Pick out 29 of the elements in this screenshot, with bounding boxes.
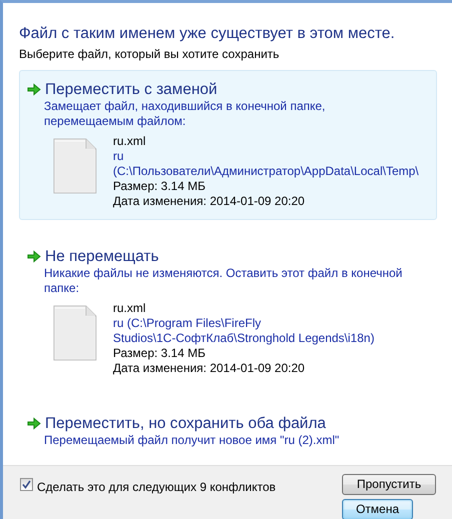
option-description: Перемещаемый файл получит новое имя "ru (2).xml"	[43, 433, 340, 448]
checkbox[interactable]	[20, 478, 33, 491]
checkbox-label: Сделать это для следующих 9 конфликтов	[37, 479, 276, 496]
dialog-button[interactable]: Пропустить	[342, 474, 436, 495]
file-date: Дата изменения: 2014-01-09 20:20	[113, 361, 306, 376]
file-location: ru	[113, 149, 125, 164]
file-size: Размер: 3.14 МБ	[113, 346, 206, 361]
file-name: ru.xml	[113, 301, 147, 316]
file-date: Дата изменения: 2014-01-09 20:20	[113, 194, 306, 209]
file-location: Studios\1С-СофтКлаб\Stronghold Legends\i18n)	[113, 331, 374, 346]
arrow-icon	[27, 250, 41, 263]
option-title: Переместить с заменой	[45, 80, 218, 99]
dialog-button[interactable]: Отмена	[342, 499, 413, 519]
option-title: Не перемещать	[45, 247, 159, 266]
file-location: (C:\Пользователи\Администратор\AppData\Local\Temp\	[113, 164, 419, 179]
file-icon	[53, 305, 97, 361]
option-description: Никакие файлы не изменяются. Оставить этот файл в конечной папке:	[43, 266, 404, 296]
dialog-instruction: Выберите файл, который вы хотите сохранить	[19, 46, 280, 62]
option-panel[interactable]: Переместить с заменой Замещает файл, находившийся в конечной папке, перемещаемым файлом: ru.xml ru (C:\Пользователи\Администратор\AppData\Local\Temp\ Размер: 3.14 МБ Дата изменения: 2014-01-09 20:20	[19, 70, 437, 220]
file-name: ru.xml	[113, 134, 147, 149]
option-title: Переместить, но сохранить оба файла	[45, 414, 326, 433]
arrow-icon	[27, 83, 41, 96]
arrow-icon	[27, 417, 41, 430]
file-icon	[53, 138, 97, 194]
file-location: ru (C:\Program Files\FireFly	[113, 316, 262, 331]
dialog-heading: Файл с таким именем уже существует в этом месте.	[19, 24, 396, 44]
option-panel[interactable]: Переместить, но сохранить оба файла Перемещаемый файл получит новое имя "ru (2).xml"	[19, 404, 437, 459]
option-description: Замещает файл, находившийся в конечной папке, перемещаемым файлом:	[43, 99, 326, 129]
file-size: Размер: 3.14 МБ	[113, 179, 206, 194]
